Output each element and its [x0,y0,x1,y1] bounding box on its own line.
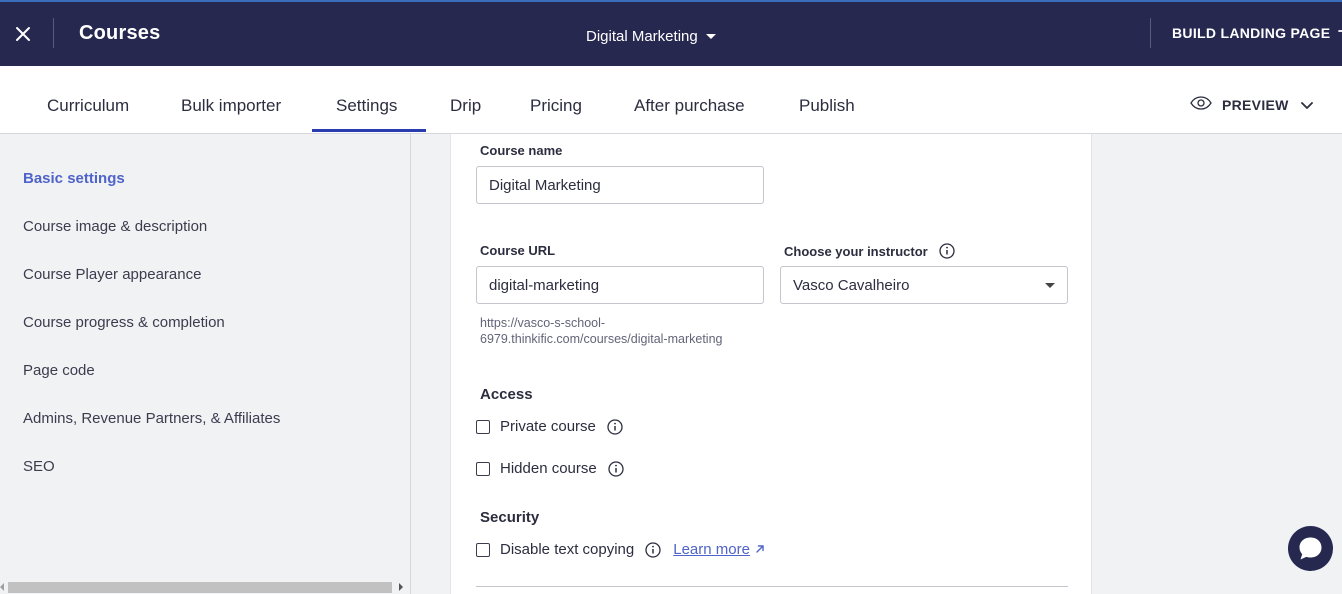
active-tab-indicator [312,129,426,132]
tab-curriculum[interactable]: Curriculum [47,96,129,116]
instructor-label-text: Choose your instructor [784,243,928,259]
chat-button[interactable] [1288,526,1333,571]
instructor-label: Choose your instructor [784,243,955,259]
private-course-label: Private course [500,418,596,435]
tab-drip[interactable]: Drip [450,96,481,116]
private-course-row: Private course [476,418,623,435]
scroll-right-icon[interactable] [399,583,403,591]
tab-pricing[interactable]: Pricing [530,96,582,116]
learn-more-label: Learn more [673,541,750,558]
course-url-field[interactable]: digital-marketing [476,266,764,304]
chat-bubble-icon [1299,537,1322,560]
course-name-label: Course name [480,143,563,158]
close-button[interactable] [8,18,38,50]
build-landing-page-label: BUILD LANDING PAGE [1172,24,1331,41]
eye-icon [1190,96,1222,113]
preview-button[interactable]: PREVIEW [1190,96,1313,113]
divider [53,18,54,48]
chevron-down-icon [1289,97,1313,113]
sidebar-item-admins-revenue-partners-affiliates[interactable]: Admins, Revenue Partners, & Affiliates [23,410,280,427]
tab-settings[interactable]: Settings [336,96,397,116]
preview-label: PREVIEW [1222,96,1289,113]
basic-settings-panel: Course name Digital Marketing Course URL… [450,134,1092,594]
sidebar-item-course-progress-completion[interactable]: Course progress & completion [23,314,225,331]
external-link-icon [750,541,765,558]
hidden-course-label: Hidden course [500,460,597,477]
course-url-label: Course URL [480,243,556,258]
disable-text-copying-row: Disable text copying Learn more [476,541,765,558]
page-title: Courses [79,22,161,44]
hidden-course-row: Hidden course [476,460,624,477]
info-icon[interactable] [645,541,661,558]
caret-down-icon [1045,282,1055,288]
settings-sidebar: Basic settings Course image & descriptio… [0,134,411,594]
course-url-help-text: https://vasco-s-school-6979.thinkific.co… [480,316,723,346]
instructor-value: Vasco Cavalheiro [793,276,910,294]
build-landing-page-button[interactable]: BUILD LANDING PAGE [1172,24,1342,41]
info-icon[interactable] [939,243,955,259]
horizontal-scrollbar[interactable] [0,578,410,594]
info-icon[interactable] [607,418,623,435]
tab-publish[interactable]: Publish [799,96,855,116]
scrollbar-thumb[interactable] [8,582,392,593]
hidden-course-checkbox[interactable] [476,461,490,476]
sidebar-item-course-player-appearance[interactable]: Course Player appearance [23,266,201,283]
sidebar-item-course-image-description[interactable]: Course image & description [23,218,207,235]
sidebar-item-seo[interactable]: SEO [23,458,55,475]
sidebar-item-page-code[interactable]: Page code [23,362,95,379]
course-name-value: Digital Marketing [489,176,601,194]
tab-after-purchase[interactable]: After purchase [634,96,745,116]
caret-down-icon [705,34,716,39]
divider [1150,18,1151,48]
scroll-left-icon[interactable] [0,583,4,591]
disable-text-copying-checkbox[interactable] [476,542,490,557]
instructor-select[interactable]: Vasco Cavalheiro [780,266,1068,304]
arrow-right-icon [1330,24,1342,41]
access-section-title: Access [480,386,533,403]
course-selector[interactable]: Digital Marketing [586,28,716,45]
course-selector-label: Digital Marketing [586,28,698,45]
security-section-title: Security [480,509,540,526]
course-url-value: digital-marketing [489,276,600,294]
close-icon [16,27,30,41]
tab-bar: Curriculum Bulk importer Settings Drip P… [0,66,1342,134]
private-course-checkbox[interactable] [476,419,490,434]
sidebar-item-basic-settings[interactable]: Basic settings [23,170,125,187]
course-name-field[interactable]: Digital Marketing [476,166,764,204]
top-bar: Courses Digital Marketing BUILD LANDING … [0,2,1342,66]
learn-more-link[interactable]: Learn more [673,541,765,558]
section-divider [476,586,1068,587]
disable-text-copying-label: Disable text copying [500,541,635,558]
info-icon[interactable] [608,460,624,477]
tab-bulk-importer[interactable]: Bulk importer [181,96,281,116]
